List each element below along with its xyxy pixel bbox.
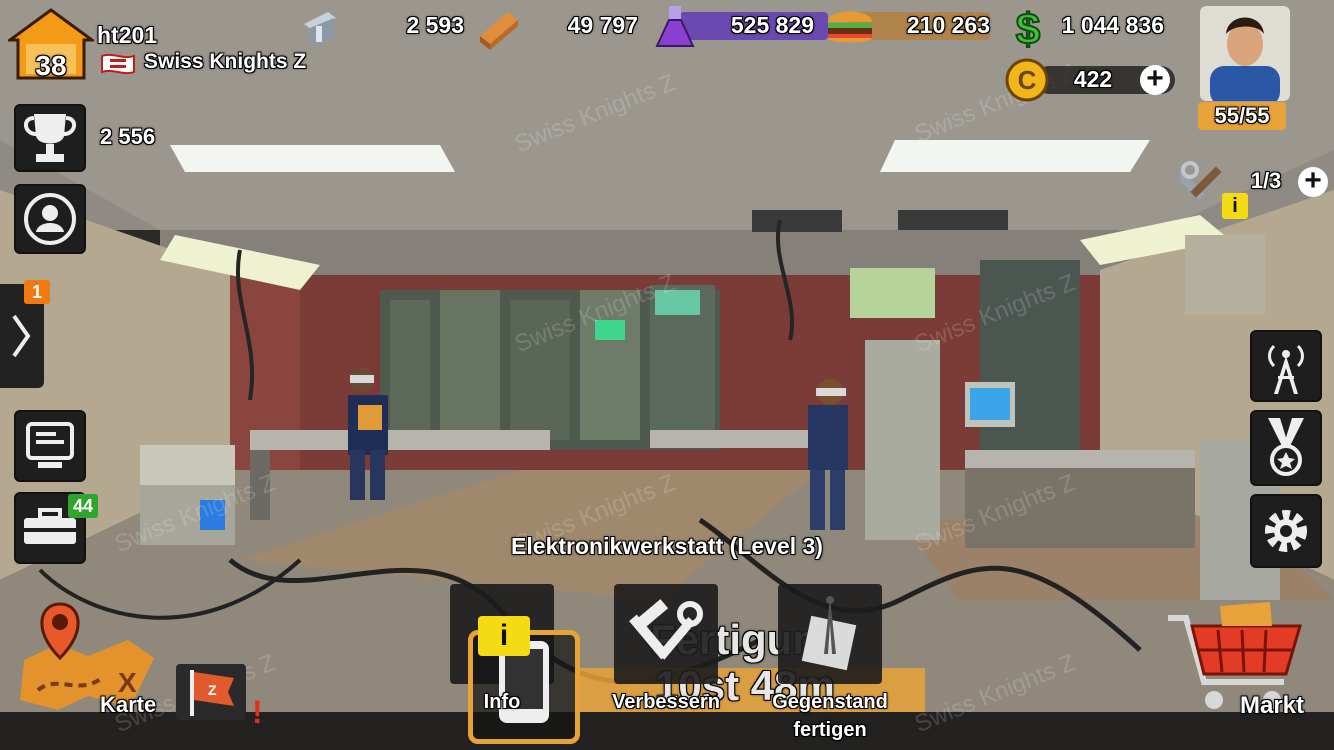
clan-flag-icon bbox=[100, 52, 136, 76]
trophy-button[interactable] bbox=[14, 104, 86, 172]
player-level: 38 bbox=[35, 50, 67, 81]
hammer-wrench-icon bbox=[629, 599, 703, 660]
svg-text:$: $ bbox=[1016, 5, 1040, 50]
dollar-value: 1 044 836 bbox=[1061, 12, 1164, 38]
radio-tower-button[interactable] bbox=[1250, 330, 1322, 402]
vehicle-count-badge: 44 bbox=[68, 494, 98, 518]
add-coins-button[interactable]: + bbox=[1140, 64, 1170, 95]
profile-icon bbox=[24, 193, 76, 245]
steel-icon bbox=[300, 8, 340, 48]
clan-flag-icon: Z bbox=[190, 670, 234, 716]
burger-value: 210 263 bbox=[906, 12, 990, 38]
medal-icon bbox=[1268, 418, 1304, 476]
market-label: Markt bbox=[1240, 692, 1305, 719]
coin-icon: C bbox=[1005, 58, 1049, 102]
news-button[interactable] bbox=[14, 410, 86, 482]
avatar[interactable] bbox=[1200, 6, 1290, 101]
svg-text:C: C bbox=[1018, 65, 1037, 95]
player-name: ht201 bbox=[97, 22, 158, 48]
trophy-icon bbox=[24, 114, 76, 162]
tools-icon bbox=[1175, 160, 1226, 204]
headquarters-level-button[interactable]: 38 bbox=[5, 8, 97, 81]
clan-button[interactable]: Z bbox=[176, 664, 246, 720]
radio-tower-icon bbox=[1268, 344, 1304, 394]
profile-button[interactable] bbox=[14, 184, 86, 254]
monitor-icon bbox=[26, 422, 74, 468]
coin-value: 422 bbox=[1073, 66, 1113, 92]
add-builder-button[interactable]: + bbox=[1298, 166, 1328, 197]
settings-button[interactable] bbox=[1250, 494, 1322, 568]
craft-item-button[interactable] bbox=[778, 584, 882, 684]
info-badge-icon: i bbox=[1222, 193, 1248, 219]
clan-name[interactable]: Swiss Knights Z bbox=[144, 50, 306, 74]
upgrade-label: Verbessern bbox=[612, 691, 720, 713]
info-icon: i bbox=[478, 616, 530, 656]
steel-value: 2 593 bbox=[406, 12, 464, 38]
wood-value: 49 797 bbox=[567, 12, 638, 38]
trophy-value: 2 556 bbox=[100, 124, 156, 149]
medal-button[interactable] bbox=[1250, 410, 1322, 486]
building-title: Elektronikwerkstatt (Level 3) bbox=[511, 533, 823, 559]
upgrade-button[interactable] bbox=[614, 584, 718, 684]
gear-icon bbox=[1265, 510, 1307, 552]
dollar-icon: $ bbox=[1008, 4, 1048, 55]
builders-value: 1/3 bbox=[1250, 168, 1282, 193]
compass-icon bbox=[801, 596, 857, 671]
clan-alert: ! bbox=[252, 694, 263, 730]
map-label: Karte bbox=[100, 692, 157, 717]
wood-icon bbox=[476, 6, 522, 50]
expand-count-badge: 1 bbox=[24, 280, 50, 304]
info-label: Info bbox=[483, 691, 521, 713]
energy-value: 55/55 bbox=[1198, 102, 1286, 130]
flask-value: 525 829 bbox=[730, 12, 814, 38]
craft-item-label: Gegenstand fertigen bbox=[772, 691, 888, 741]
burger-icon bbox=[824, 6, 876, 46]
flask-icon bbox=[655, 4, 695, 50]
svg-text:Z: Z bbox=[208, 682, 217, 698]
